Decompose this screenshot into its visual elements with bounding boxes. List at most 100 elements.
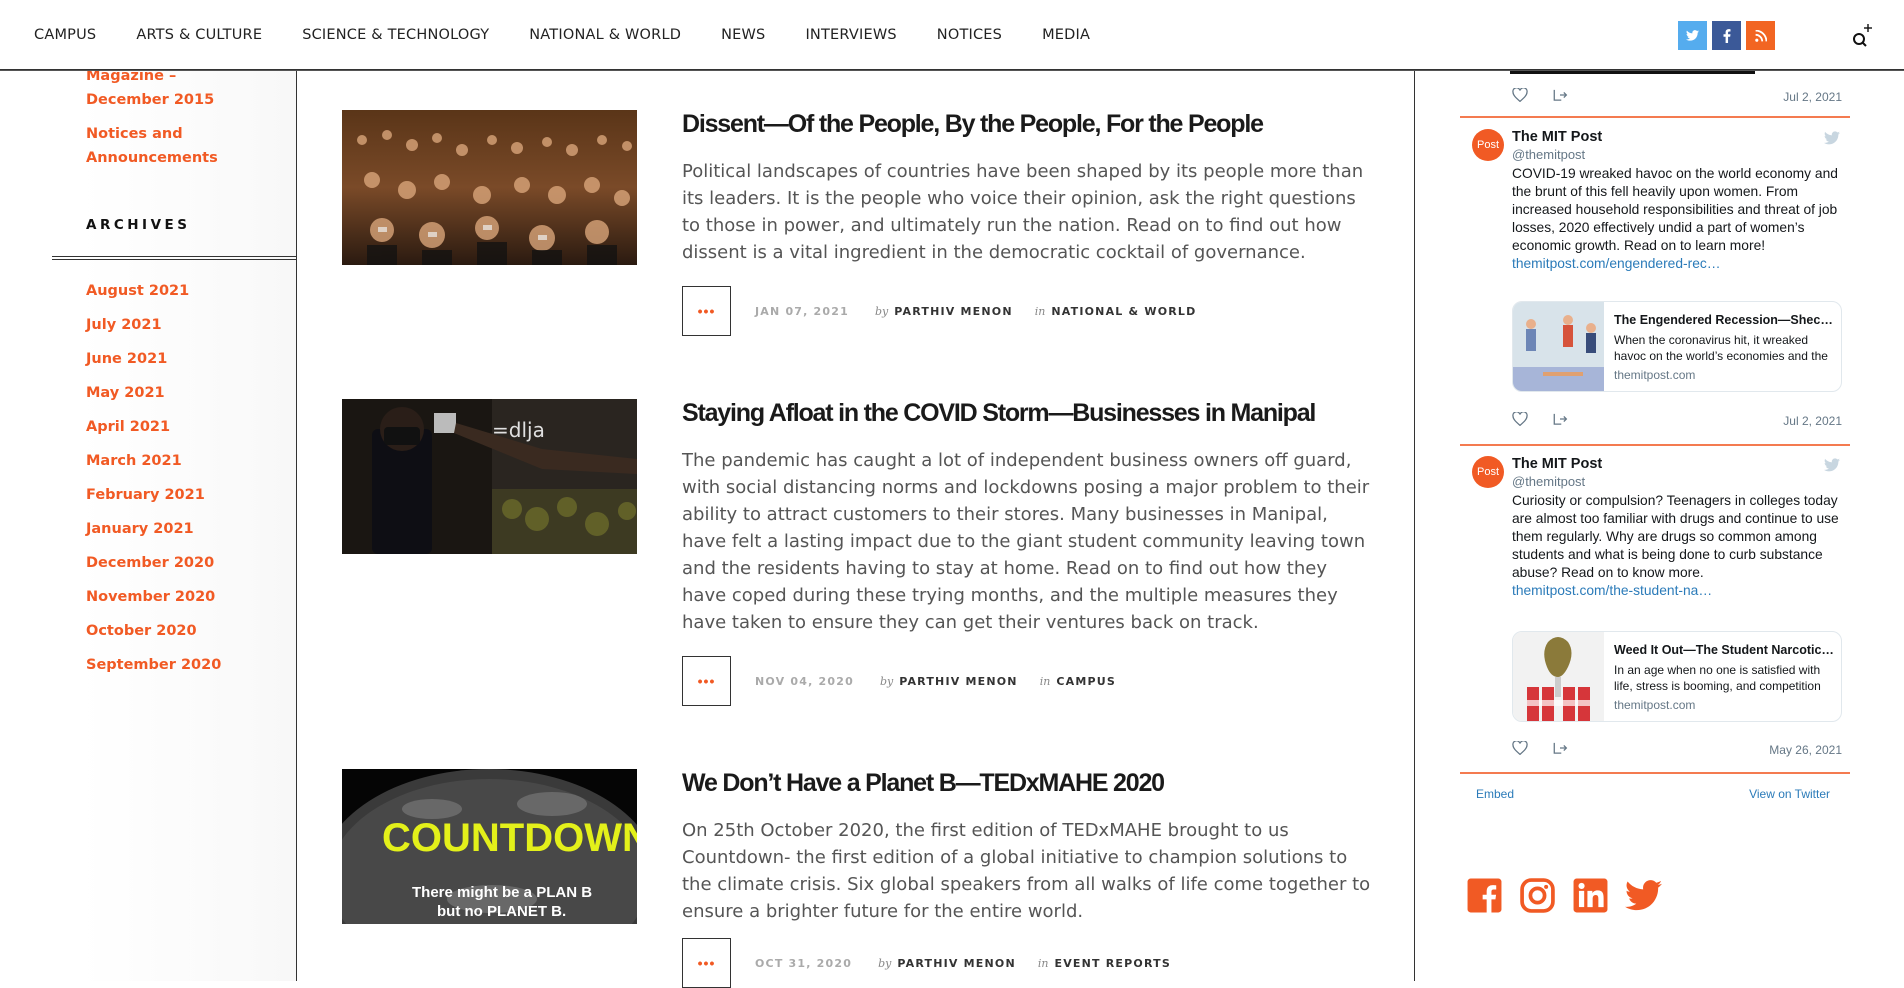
by-label: by <box>879 674 894 688</box>
nav-notices[interactable]: NOTICES <box>937 27 1002 43</box>
nav-campus[interactable]: CAMPUS <box>34 27 96 43</box>
article-category[interactable]: CAMPUS <box>1056 675 1116 688</box>
avatar[interactable]: Post <box>1472 129 1504 161</box>
read-more-button[interactable]: ••• <box>682 656 731 706</box>
article-meta: ••• NOV 04, 2020 by PARTHIV MENON in CAM… <box>682 656 1116 706</box>
archive-list: August 2021 July 2021 June 2021 May 2021… <box>86 283 221 691</box>
card-thumbnail <box>1513 632 1604 721</box>
tweet-author-name[interactable]: The MIT Post <box>1512 129 1602 145</box>
tweet-divider <box>1460 444 1850 446</box>
tweet-date[interactable]: May 26, 2021 <box>1769 743 1842 757</box>
tweet-author-name[interactable]: The MIT Post <box>1512 456 1602 472</box>
nav-news[interactable]: NEWS <box>721 27 765 43</box>
article-title[interactable]: Staying Afloat in the COVID Storm—Busine… <box>682 399 1316 428</box>
archive-link[interactable]: July 2021 <box>86 317 221 351</box>
article-date: NOV 04, 2020 <box>755 674 854 688</box>
article-title[interactable]: We Don’t Have a Planet B—TEDxMAHE 2020 <box>682 769 1165 798</box>
archive-link[interactable]: August 2021 <box>86 283 221 317</box>
article-thumbnail[interactable]: =dlja <box>342 399 637 554</box>
archives-divider <box>52 256 297 260</box>
card-title: The Engendered Recession—Shece… <box>1614 313 1836 327</box>
link-card[interactable]: Weed It Out—The Student Narcotic… In an … <box>1512 631 1842 722</box>
share-icon[interactable] <box>1552 412 1568 426</box>
twitter-icon[interactable] <box>1625 877 1662 914</box>
linkedin-icon[interactable] <box>1572 877 1609 914</box>
nav-arts-culture[interactable]: ARTS & CULTURE <box>136 27 262 43</box>
nav-science-technology[interactable]: SCIENCE & TECHNOLOGY <box>302 27 489 43</box>
article-thumbnail[interactable] <box>342 110 637 265</box>
rss-icon[interactable] <box>1746 21 1775 50</box>
card-thumbnail <box>1513 302 1604 391</box>
archive-link[interactable]: December 2020 <box>86 555 221 589</box>
tweet-link[interactable]: themitpost.com/engendered-rec… <box>1512 255 1842 273</box>
article-excerpt: On 25th October 2020, the first edition … <box>682 820 1371 922</box>
facebook-icon[interactable] <box>1712 21 1741 50</box>
article-date: OCT 31, 2020 <box>755 956 853 970</box>
view-on-twitter-link[interactable]: View on Twitter <box>1749 787 1830 801</box>
nav-national-world[interactable]: NATIONAL & WORLD <box>529 27 681 43</box>
article-excerpt: The pandemic has caught a lot of indepen… <box>682 450 1370 633</box>
facebook-icon[interactable] <box>1466 877 1503 914</box>
like-icon[interactable] <box>1512 88 1528 102</box>
article-excerpt: Political landscapes of countries have b… <box>682 161 1364 263</box>
tweet-author-handle[interactable]: @themitpost <box>1512 147 1585 162</box>
tweet-author-handle[interactable]: @themitpost <box>1512 474 1585 489</box>
notices-announcements-link[interactable]: Notices and Announcements <box>86 122 226 170</box>
link-card[interactable]: The Engendered Recession—Shece… When the… <box>1512 301 1842 392</box>
archive-link[interactable]: March 2021 <box>86 453 221 487</box>
archive-link[interactable]: September 2020 <box>86 657 221 691</box>
top-navigation: CAMPUS ARTS & CULTURE SCIENCE & TECHNOLO… <box>0 0 1904 70</box>
in-label: in <box>1039 674 1051 688</box>
tweet-actions: Jul 2, 2021 <box>1512 410 1842 430</box>
archive-link[interactable]: May 2021 <box>86 385 221 419</box>
share-icon[interactable] <box>1552 741 1568 755</box>
twitter-bird-icon[interactable] <box>1824 131 1840 145</box>
tweet-link[interactable]: themitpost.com/the-student-na… <box>1512 582 1842 600</box>
card-domain: themitpost.com <box>1614 698 1696 712</box>
like-icon[interactable] <box>1512 741 1528 755</box>
archive-link[interactable]: January 2021 <box>86 521 221 555</box>
archive-link[interactable]: November 2020 <box>86 589 221 623</box>
archive-link[interactable]: June 2021 <box>86 351 221 385</box>
article-author[interactable]: PARTHIV MENON <box>897 957 1016 970</box>
tweet-actions: May 26, 2021 <box>1512 739 1842 759</box>
instagram-icon[interactable] <box>1519 877 1556 914</box>
in-label: in <box>1034 304 1046 318</box>
tweet-text: Curiosity or compulsion? Teenagers in co… <box>1512 492 1842 600</box>
article-title[interactable]: Dissent—Of the People, By the People, Fo… <box>682 110 1264 139</box>
article-author[interactable]: PARTHIV MENON <box>894 305 1013 318</box>
like-icon[interactable] <box>1512 412 1528 426</box>
article-meta: ••• JAN 07, 2021 by PARTHIV MENON in NAT… <box>682 286 1196 336</box>
thumb-planet-b-text: but no PLANET B. <box>437 903 566 920</box>
search-icon[interactable] <box>1846 22 1876 52</box>
thumb-countdown-text: COUNTDOWN <box>382 816 637 860</box>
tweet-divider <box>1460 772 1850 774</box>
article-category[interactable]: NATIONAL & WORLD <box>1051 305 1196 318</box>
avatar[interactable]: Post <box>1472 456 1504 488</box>
nav-media[interactable]: MEDIA <box>1042 27 1090 43</box>
card-description: In an age when no one is satisfied with … <box>1614 663 1821 693</box>
archive-link[interactable]: February 2021 <box>86 487 221 521</box>
twitter-icon[interactable] <box>1678 21 1707 50</box>
tweet-date[interactable]: Jul 2, 2021 <box>1783 90 1842 104</box>
previous-tweet-card-bottom <box>1510 70 1755 74</box>
twitter-bird-icon[interactable] <box>1824 458 1840 472</box>
article-thumbnail[interactable]: COUNTDOWN There might be a PLAN B but no… <box>342 769 637 924</box>
archive-link[interactable]: April 2021 <box>86 419 221 453</box>
article-author[interactable]: PARTHIV MENON <box>899 675 1018 688</box>
magazine-december-2015-link[interactable]: Magazine – December 2015 <box>86 64 256 112</box>
article-category[interactable]: EVENT REPORTS <box>1054 957 1170 970</box>
share-icon[interactable] <box>1552 88 1568 102</box>
tweet-body: Curiosity or compulsion? Teenagers in co… <box>1512 493 1839 580</box>
read-more-button[interactable]: ••• <box>682 286 731 336</box>
tweet-date[interactable]: Jul 2, 2021 <box>1783 414 1842 428</box>
thumb-plan-b-text: There might be a PLAN B <box>412 884 592 901</box>
embed-link[interactable]: Embed <box>1476 787 1514 801</box>
tweet-actions: Jul 2, 2021 <box>1512 86 1842 106</box>
in-label: in <box>1037 956 1049 970</box>
archives-heading: ARCHIVES <box>86 217 191 233</box>
archive-link[interactable]: October 2020 <box>86 623 221 657</box>
nav-interviews[interactable]: INTERVIEWS <box>805 27 896 43</box>
tweet-body: COVID-19 wreaked havoc on the world econ… <box>1512 166 1838 253</box>
card-title: Weed It Out—The Student Narcotic… <box>1614 643 1834 657</box>
